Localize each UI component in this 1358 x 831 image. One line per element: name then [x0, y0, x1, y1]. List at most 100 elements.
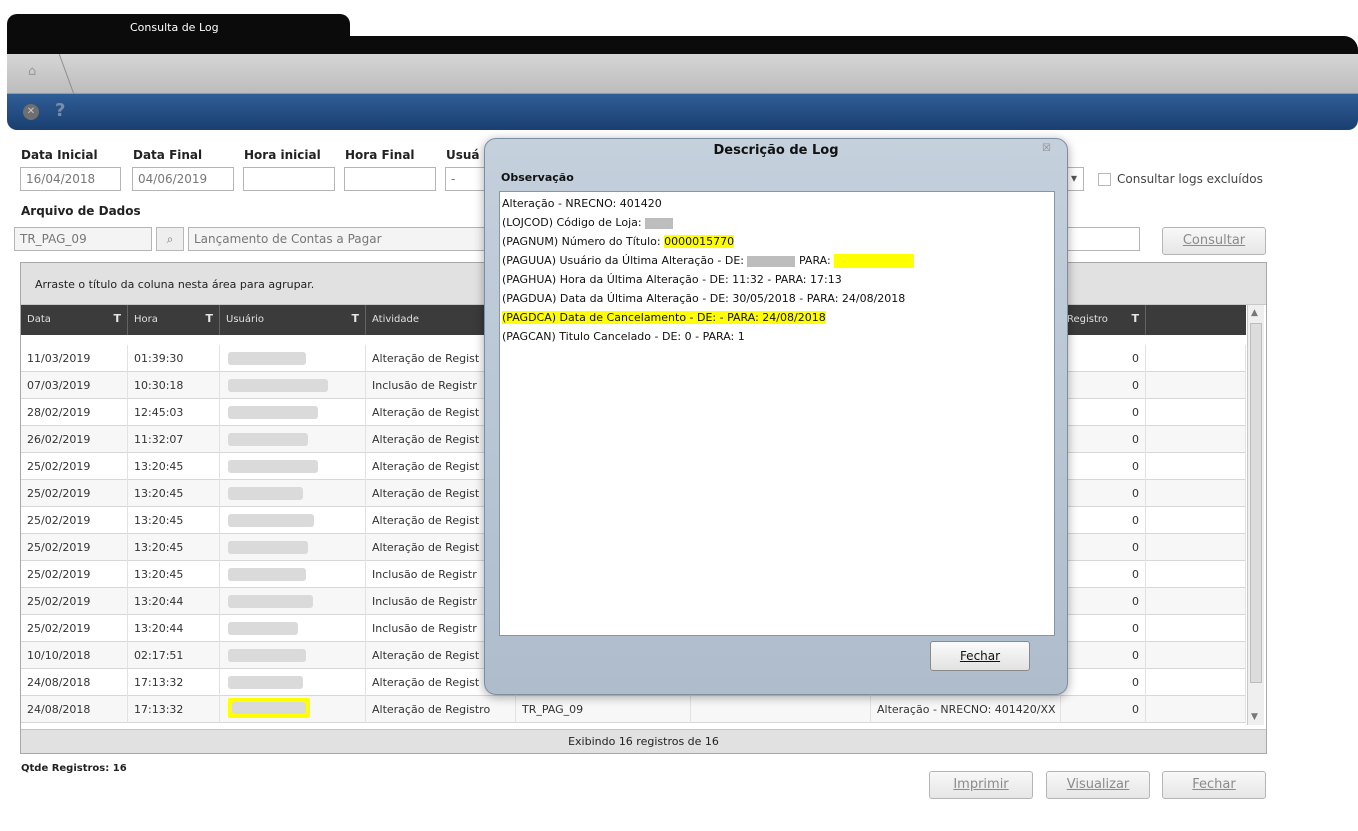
table-cell [220, 696, 366, 723]
table-cell: 25/02/2019 [21, 561, 128, 588]
table-cell: 12:45:03 [128, 399, 220, 426]
table-cell: 07/03/2019 [21, 372, 128, 399]
redacted-value [645, 217, 674, 229]
dialog-fechar-button[interactable]: Fechar [930, 641, 1030, 671]
column-header-empty [1146, 305, 1246, 335]
column-title: Registro [1067, 314, 1108, 325]
filter-icon[interactable]: T [113, 312, 121, 325]
log-line: (LOJCOD) Código de Loja: [502, 216, 1052, 235]
table-cell [220, 642, 366, 669]
redacted-user [228, 460, 318, 473]
grid-scrollbar[interactable]: ▲ ▼ [1247, 305, 1264, 725]
table-cell: 13:20:45 [128, 480, 220, 507]
table-cell: 0 [1061, 534, 1146, 561]
data-final-input[interactable]: 04/06/2019 [132, 167, 234, 191]
scroll-down-icon[interactable]: ▼ [1251, 712, 1261, 722]
filter-icon[interactable]: T [205, 312, 213, 325]
group-hint: Arraste o título da coluna nesta área pa… [35, 278, 315, 291]
hora-final-input[interactable] [344, 167, 436, 191]
redacted-user [228, 595, 313, 608]
consultar-excluidos-checkbox[interactable] [1098, 173, 1111, 186]
table-cell [220, 453, 366, 480]
help-icon[interactable]: ? [55, 100, 65, 121]
table-cell [220, 615, 366, 642]
table-cell [1146, 669, 1246, 696]
table-cell: 0 [1061, 561, 1146, 588]
log-line: (PAGHUA) Hora da Última Alteração - DE: … [502, 273, 1052, 292]
data-inicial-input[interactable]: 16/04/2018 [20, 167, 121, 191]
table-cell: 0 [1061, 507, 1146, 534]
column-header-registro[interactable]: Registro T [1061, 305, 1146, 335]
home-icon[interactable]: ⌂ [28, 65, 42, 79]
table-cell: 0 [1061, 696, 1146, 723]
table-cell [1146, 588, 1246, 615]
table-cell: 13:20:45 [128, 507, 220, 534]
arquivo-label: Arquivo de Dados [21, 204, 141, 218]
usuario-select[interactable]: - [445, 167, 485, 191]
consultar-excluidos-label: Consultar logs excluídos [1117, 172, 1263, 186]
pagnum-value: 000001 [664, 235, 707, 248]
close-circle-icon[interactable]: ✕ [23, 104, 39, 120]
dialog-title: Descrição de Log [713, 143, 839, 158]
log-line-text: (PAGHUA) Hora da Última Alteração - DE: … [502, 273, 842, 286]
column-header-usuario[interactable]: Usuário T [220, 305, 366, 335]
hora-inicial-label: Hora inicial [244, 148, 321, 162]
table-cell [220, 588, 366, 615]
log-line-text: Alteração - NRECNO: 401420 [502, 197, 662, 210]
table-cell: 24/08/2018 [21, 696, 128, 723]
arquivo-code-input[interactable]: TR_PAG_09 [14, 227, 152, 251]
table-cell [1146, 399, 1246, 426]
table-cell [1146, 426, 1246, 453]
redacted-user [228, 568, 306, 581]
table-cell [1146, 453, 1246, 480]
close-icon[interactable]: ☒ [1042, 143, 1051, 154]
table-cell [1146, 507, 1246, 534]
hora-final-label: Hora Final [345, 148, 415, 162]
table-cell: 13:20:44 [128, 588, 220, 615]
hora-inicial-input[interactable] [243, 167, 335, 191]
arquivo-description: Lançamento de Contas a Pagar [188, 227, 488, 251]
table-cell [1146, 696, 1246, 723]
imprimir-button[interactable]: Imprimir [929, 771, 1033, 799]
redacted-user [228, 698, 310, 718]
scroll-up-icon[interactable]: ▲ [1251, 308, 1261, 318]
table-cell: 0 [1061, 480, 1146, 507]
filter-icon[interactable]: T [351, 312, 359, 325]
redacted-user [228, 541, 308, 554]
highlighted-redacted-value [834, 254, 915, 268]
table-cell: 25/02/2019 [21, 615, 128, 642]
observacao-textarea[interactable]: Alteração - NRECNO: 401420 (LOJCOD) Códi… [499, 191, 1055, 636]
column-header-hora[interactable]: Hora T [128, 305, 220, 335]
table-cell: 0 [1061, 669, 1146, 696]
consultar-button[interactable]: Consultar [1162, 227, 1266, 255]
filter-icon[interactable]: T [1131, 312, 1139, 325]
app-root: Consulta de Log ⌂ ✕ ? Data Inicial 16/04… [0, 0, 1358, 831]
column-header-data[interactable]: Data T [21, 305, 128, 335]
tab-strip: Consulta de Log [7, 8, 1358, 58]
visualizar-button[interactable]: Visualizar [1046, 771, 1150, 799]
table-cell [220, 426, 366, 453]
log-line: (PAGCAN) Titulo Cancelado - DE: 0 - PARA… [502, 330, 1052, 349]
scrollbar-thumb[interactable] [1250, 323, 1262, 683]
table-cell: 0 [1061, 399, 1146, 426]
table-cell [220, 561, 366, 588]
table-cell: 17:13:32 [128, 669, 220, 696]
table-cell: 13:20:45 [128, 453, 220, 480]
search-icon[interactable]: ⌕ [156, 227, 184, 251]
redacted-user [228, 352, 306, 365]
table-cell [1146, 345, 1246, 372]
usuario-dropdown-button[interactable]: ▾ [1066, 167, 1084, 191]
fechar-button[interactable]: Fechar [1162, 771, 1266, 799]
table-cell: 26/02/2019 [21, 426, 128, 453]
log-line-text: PARA: [798, 254, 835, 267]
table-cell [691, 696, 871, 723]
log-line-text: (PAGDUA) Data da Última Alteração - DE: … [502, 292, 906, 305]
tab-consulta-de-log[interactable]: Consulta de Log [7, 14, 350, 44]
data-final-label: Data Final [133, 148, 203, 162]
table-cell [1146, 615, 1246, 642]
table-cell: 13:20:44 [128, 615, 220, 642]
table-row[interactable]: 24/08/2018 17:13:32 Alteração de Registro T… [21, 696, 1246, 723]
redacted-value [747, 255, 796, 267]
table-cell: TR_PAG_09 [516, 696, 691, 723]
table-cell: 24/08/2018 [21, 669, 128, 696]
